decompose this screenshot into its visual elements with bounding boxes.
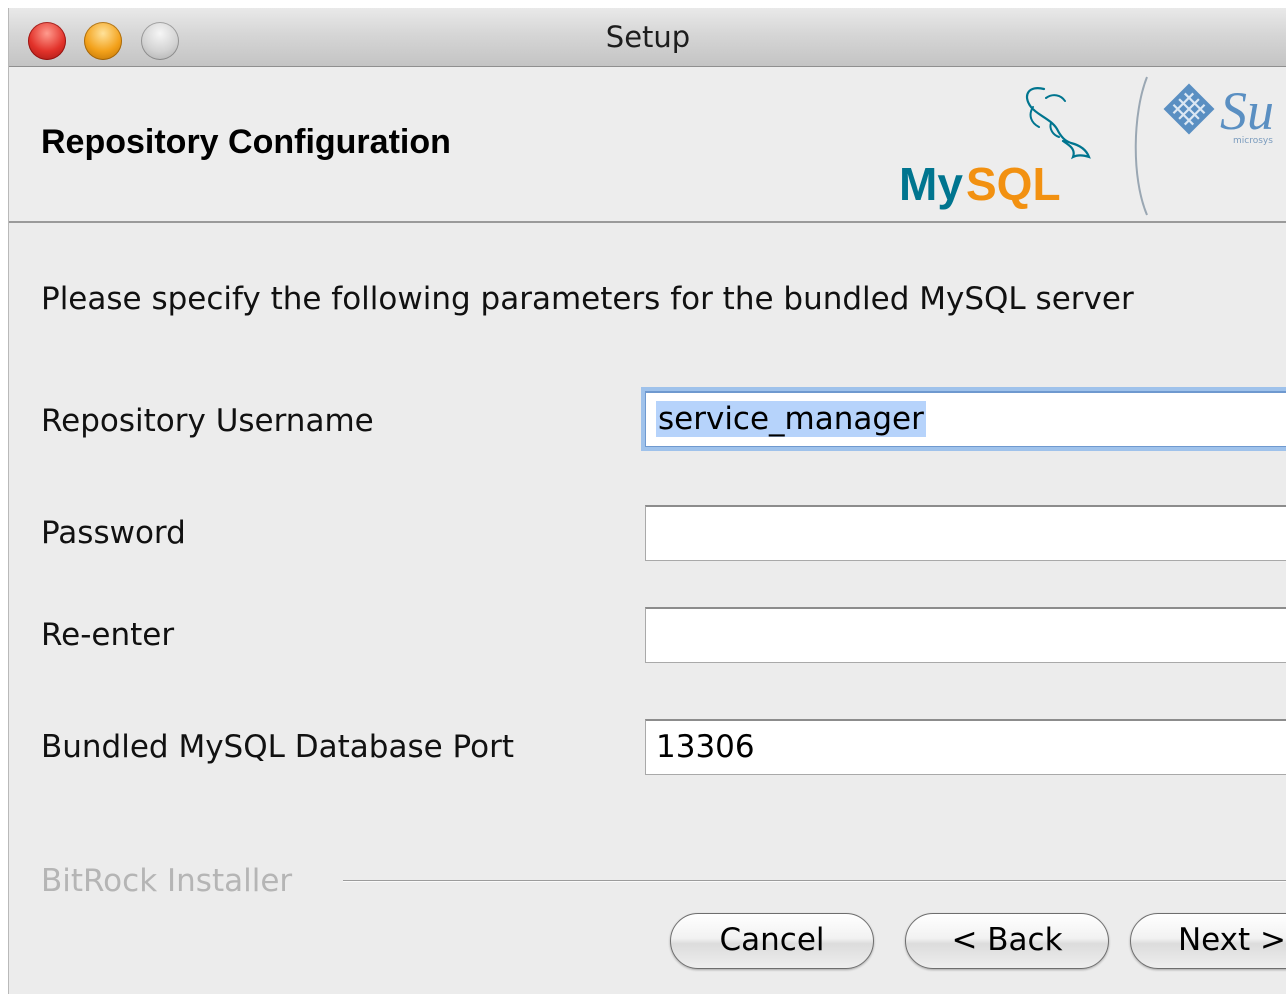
form-panel: Please specify the following parameters …: [9, 223, 1286, 994]
back-button[interactable]: < Back: [905, 913, 1109, 969]
username-label: Repository Username: [41, 403, 374, 439]
intro-text: Please specify the following parameters …: [41, 281, 1134, 317]
sun-wordmark: Su: [1220, 81, 1274, 141]
title-bar[interactable]: Setup: [9, 8, 1286, 67]
reenter-password-input[interactable]: [645, 607, 1286, 663]
database-port-input[interactable]: 13306: [645, 719, 1286, 775]
next-button[interactable]: Next >: [1130, 913, 1286, 969]
repository-username-input[interactable]: service_manager: [645, 391, 1286, 447]
page-title: Repository Configuration: [41, 123, 451, 161]
installer-brand-label: BitRock Installer: [41, 863, 293, 899]
reenter-label: Re-enter: [41, 617, 175, 653]
port-label: Bundled MySQL Database Port: [41, 729, 514, 765]
mysql-wordmark: My: [899, 158, 963, 210]
mysql-wordmark-accent: SQL: [966, 158, 1061, 210]
footer-divider: [343, 880, 1286, 882]
sun-logo-mark: [1163, 83, 1215, 135]
mysql-logo: My SQL Su microsys: [899, 76, 1274, 216]
setup-window: Setup Repository Configuration My SQL Su…: [8, 8, 1286, 994]
vendor-logos: My SQL Su microsys: [879, 67, 1286, 217]
cancel-button[interactable]: Cancel: [670, 913, 874, 969]
password-input[interactable]: [645, 505, 1286, 561]
window-title: Setup: [605, 20, 691, 54]
page-header: Repository Configuration My SQL Su micro…: [9, 67, 1286, 223]
port-value: 13306: [656, 729, 755, 765]
username-value: service_manager: [656, 401, 926, 437]
sun-subtext: microsys: [1233, 136, 1273, 146]
password-label: Password: [41, 515, 186, 551]
